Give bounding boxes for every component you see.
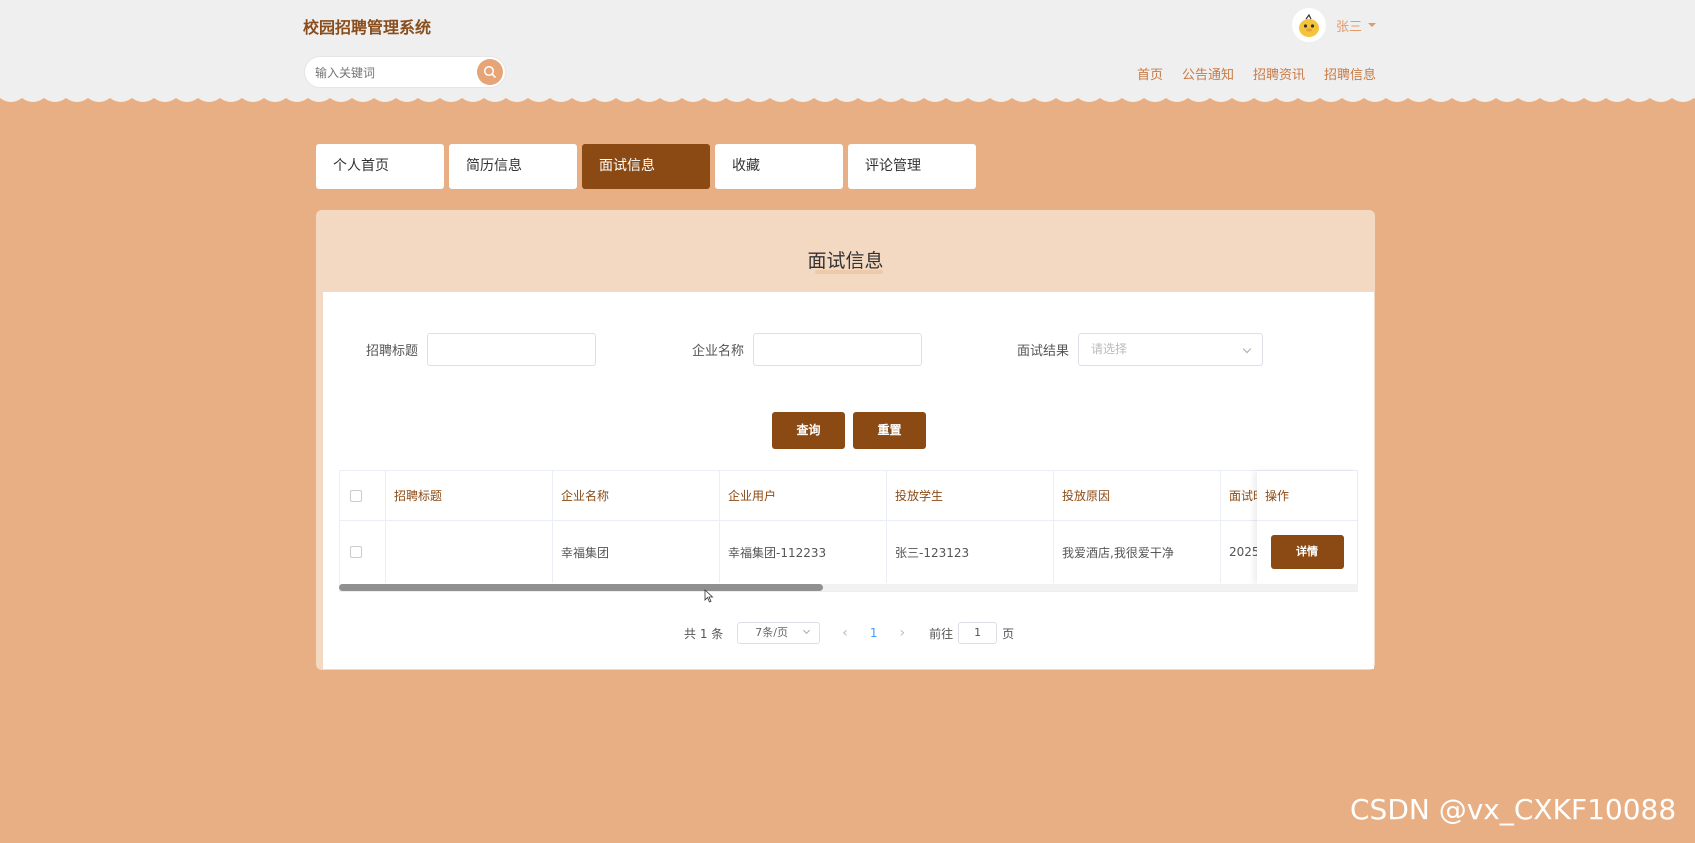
col-reason[interactable]: 投放原因: [1054, 471, 1221, 520]
col-company-user[interactable]: 企业用户: [720, 471, 887, 520]
top-header: 校园招聘管理系统 张三 首页 公告通知 招聘资讯 招聘信息: [0, 0, 1695, 98]
select-all-cell: [340, 471, 386, 520]
col-recruit-title[interactable]: 招聘标题: [386, 471, 553, 520]
user-menu[interactable]: 张三: [1292, 8, 1377, 42]
chevron-down-icon: [1368, 23, 1377, 27]
table-row[interactable]: 幸福集团 幸福集团-112233 张三-123123 我爱酒店,我很爱干净 20…: [340, 521, 1357, 583]
filter-recruit-title-label: 招聘标题: [366, 344, 419, 359]
title-underline: [815, 270, 883, 274]
user-name: 张三: [1336, 19, 1363, 35]
filter-result-label: 面试结果: [1017, 344, 1070, 359]
table-header: 招聘标题 企业名称 企业用户 投放学生 投放原因 面试时: [340, 471, 1357, 521]
main-nav: 首页 公告通知 招聘资讯 招聘信息: [1137, 64, 1376, 83]
mouse-cursor-icon: [704, 589, 714, 603]
col-company[interactable]: 企业名称: [553, 471, 720, 520]
goto-unit: 页: [1002, 626, 1015, 641]
cell-company-user: 幸福集团-112233: [720, 521, 887, 583]
col-student[interactable]: 投放学生: [887, 471, 1054, 520]
chevron-down-icon: [1242, 344, 1252, 354]
profile-tabs: 个人首页 简历信息 面试信息 收藏 评论管理: [316, 144, 976, 189]
search-input[interactable]: [315, 63, 465, 83]
select-all-checkbox[interactable]: [350, 489, 362, 502]
cell-reason: 我爱酒店,我很爱干净: [1054, 521, 1221, 583]
tab-home[interactable]: 个人首页: [316, 144, 444, 189]
filter-company-label: 企业名称: [692, 344, 745, 359]
cell-student: 张三-123123: [887, 521, 1054, 583]
interview-table: 招聘标题 企业名称 企业用户 投放学生 投放原因 面试时 幸福集团 幸福集团-1…: [339, 470, 1358, 592]
operation-cell: 详情: [1257, 521, 1357, 583]
cell-company: 幸福集团: [553, 521, 720, 583]
filter-result: 面试结果 请选择: [1017, 333, 1264, 366]
avatar: [1292, 8, 1326, 42]
filter-company: 企业名称: [692, 333, 923, 366]
scrollbar-thumb[interactable]: [339, 584, 823, 591]
watermark: CSDN @vx_CXKF10088: [1350, 793, 1677, 826]
row-select-cell: [340, 521, 386, 583]
duck-avatar-icon: [1299, 13, 1319, 37]
nav-home[interactable]: 首页: [1137, 64, 1163, 83]
row-checkbox[interactable]: [350, 546, 362, 558]
operation-column: 操作 详情: [1257, 471, 1357, 584]
next-page-icon[interactable]: ›: [900, 625, 906, 641]
prev-page-icon[interactable]: ‹: [842, 625, 848, 641]
recruit-title-input[interactable]: [427, 333, 597, 366]
tab-interview[interactable]: 面试信息: [582, 144, 710, 189]
pagination: 共 1 条 7条/页 ‹ 1 › 前往 1 页: [684, 622, 1014, 644]
cell-recruit-title: [386, 521, 553, 583]
col-operation: 操作: [1257, 471, 1357, 521]
pager-total: 共 1 条: [684, 626, 724, 641]
result-select[interactable]: 请选择: [1078, 333, 1264, 366]
chevron-down-icon: [803, 626, 811, 635]
page-size-select[interactable]: 7条/页: [737, 622, 821, 644]
site-title: 校园招聘管理系统: [303, 18, 432, 37]
tab-comments[interactable]: 评论管理: [848, 144, 976, 189]
filter-recruit-title: 招聘标题: [366, 333, 597, 366]
query-button[interactable]: 查询: [772, 412, 845, 449]
company-name-input[interactable]: [753, 333, 923, 366]
detail-button[interactable]: 详情: [1270, 535, 1344, 569]
search-icon: [483, 65, 497, 79]
tab-resume[interactable]: 简历信息: [449, 144, 577, 189]
nav-recruit-info[interactable]: 招聘信息: [1324, 64, 1376, 83]
panel-title: 面试信息: [807, 250, 884, 272]
tab-favorites[interactable]: 收藏: [715, 144, 843, 189]
goto-label: 前往: [929, 626, 954, 641]
nav-recruit-news[interactable]: 招聘资讯: [1253, 64, 1305, 83]
goto-page-input[interactable]: 1: [958, 622, 998, 644]
nav-notices[interactable]: 公告通知: [1182, 64, 1234, 83]
search-button[interactable]: [477, 59, 503, 85]
result-select-placeholder: 请选择: [1091, 342, 1128, 356]
page-size-value: 7条/页: [755, 626, 788, 639]
page-number-current[interactable]: 1: [870, 626, 878, 640]
search-box: [304, 56, 506, 88]
table-horizontal-scrollbar[interactable]: [339, 584, 1358, 591]
reset-button[interactable]: 重置: [853, 412, 926, 449]
header-wave-divider: [0, 92, 1695, 102]
